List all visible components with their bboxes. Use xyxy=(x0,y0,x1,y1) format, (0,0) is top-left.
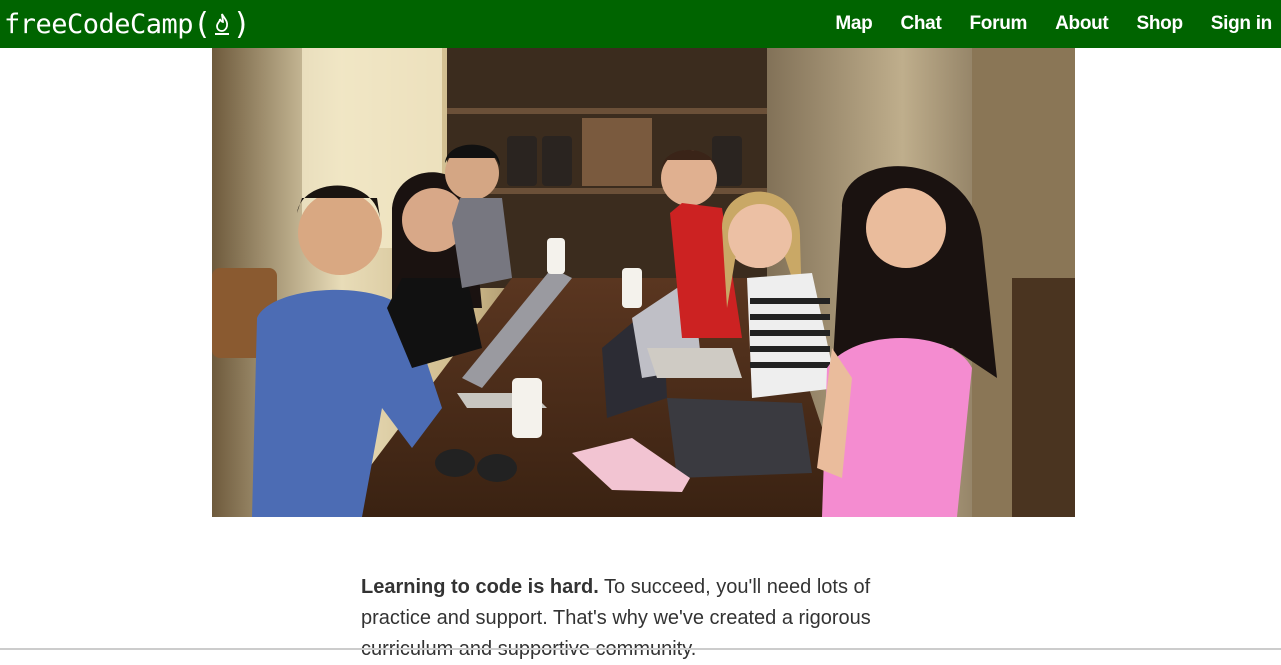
nav-links: Map Chat Forum About Shop Sign in xyxy=(807,0,1281,48)
intro-paragraph: Learning to code is hard. To succeed, yo… xyxy=(361,572,901,665)
nav-link-about[interactable]: About xyxy=(1055,13,1109,35)
brand-logo[interactable]: freeCodeCamp ( ) xyxy=(0,0,251,48)
brand-text: freeCodeCamp xyxy=(4,8,194,40)
nav-link-forum[interactable]: Forum xyxy=(969,13,1027,35)
nav-link-chat[interactable]: Chat xyxy=(900,13,941,35)
hero-photo-illustration xyxy=(212,48,1075,517)
top-navbar: freeCodeCamp ( ) Map Chat Forum About Sh… xyxy=(0,0,1281,48)
brand-close-paren: ) xyxy=(232,6,251,42)
flame-icon xyxy=(214,13,229,35)
nav-link-sign-in[interactable]: Sign in xyxy=(1211,13,1273,35)
nav-link-shop[interactable]: Shop xyxy=(1136,13,1183,35)
brand-open-paren: ( xyxy=(193,6,211,42)
hero-photo xyxy=(212,48,1075,517)
nav-link-map[interactable]: Map xyxy=(835,13,872,35)
intro-bold: Learning to code is hard. xyxy=(361,576,599,598)
